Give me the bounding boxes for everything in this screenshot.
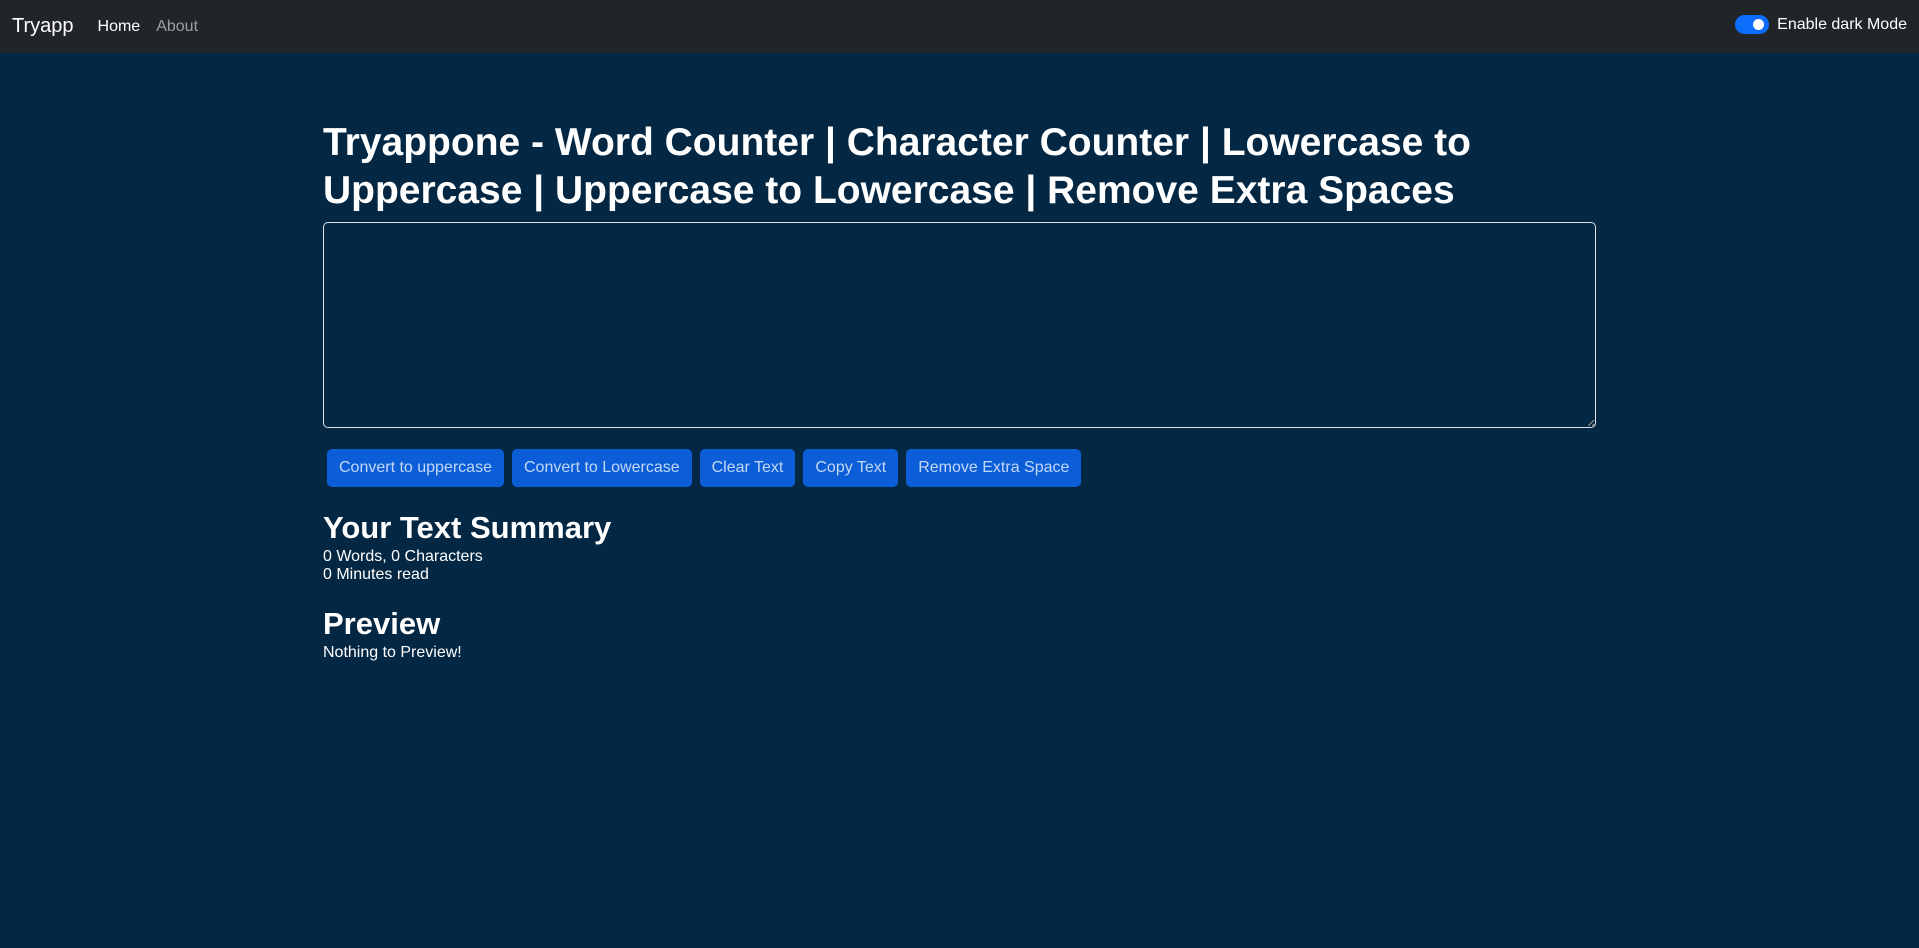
text-input-area[interactable] xyxy=(323,222,1596,428)
preview-text: Nothing to Preview! xyxy=(323,644,462,661)
clear-text-button[interactable]: Clear Text xyxy=(699,449,796,487)
convert-lowercase-button[interactable]: Convert to Lowercase xyxy=(511,449,692,487)
nav-link-about[interactable]: About xyxy=(156,18,198,36)
preview-heading: Preview xyxy=(323,606,441,641)
brand-logo[interactable]: Tryapp xyxy=(12,15,74,38)
nav-link-home[interactable]: Home xyxy=(98,18,141,36)
dark-mode-switch[interactable] xyxy=(1735,15,1770,34)
top-navbar: Tryapp Home About Enable dark Mode xyxy=(0,0,1919,53)
switch-knob xyxy=(1753,19,1765,30)
action-button-row: Convert to uppercase Convert to Lowercas… xyxy=(323,449,1596,487)
page-title: Tryappone - Word Counter | Character Cou… xyxy=(323,121,1471,212)
copy-text-button[interactable]: Copy Text xyxy=(803,449,899,487)
dark-mode-toggle-group: Enable dark Mode xyxy=(1735,15,1907,34)
dark-mode-label[interactable]: Enable dark Mode xyxy=(1777,16,1907,34)
minutes-read: 0 Minutes read xyxy=(323,566,429,583)
word-character-count: 0 Words, 0 Characters xyxy=(323,548,483,565)
convert-uppercase-button[interactable]: Convert to uppercase xyxy=(327,449,504,487)
main-container: Tryappone - Word Counter | Character Cou… xyxy=(323,119,1596,662)
remove-extra-space-button[interactable]: Remove Extra Space xyxy=(906,449,1082,487)
summary-heading: Your Text Summary xyxy=(323,510,612,545)
